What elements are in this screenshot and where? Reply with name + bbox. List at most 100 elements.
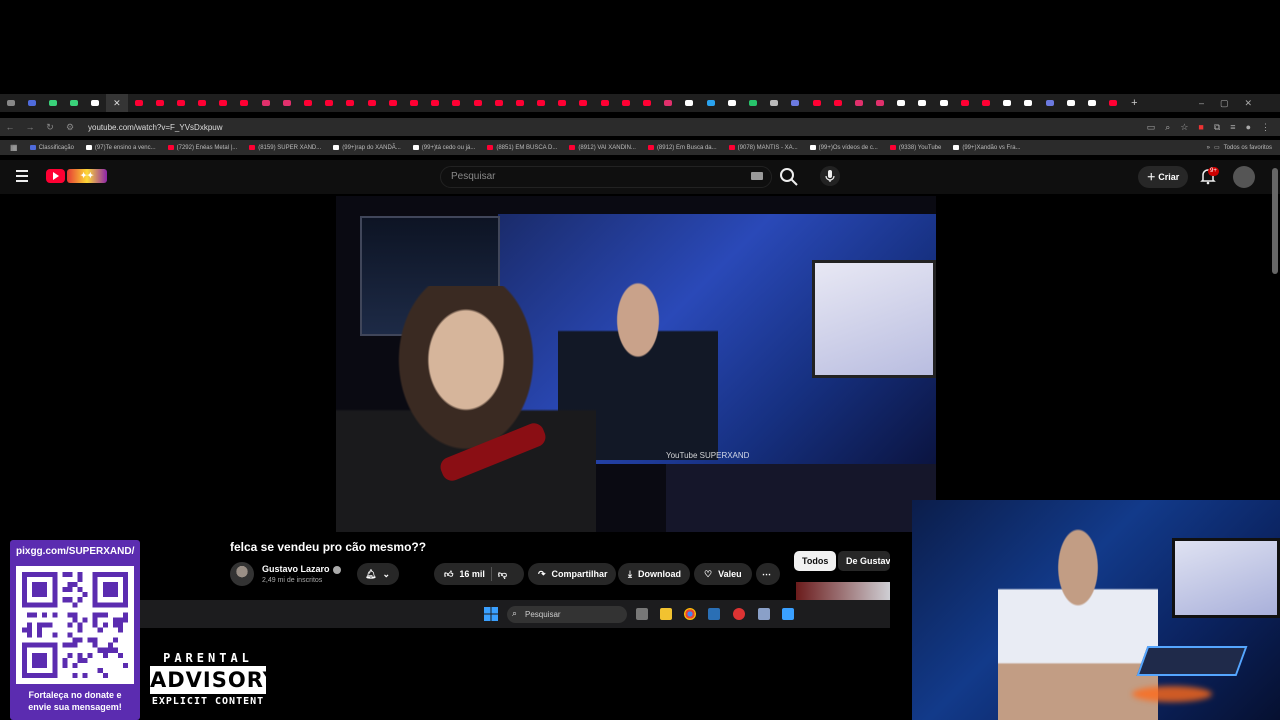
browser-tab[interactable] <box>997 94 1018 112</box>
browser-tab[interactable] <box>594 94 615 112</box>
browser-tab[interactable] <box>0 94 21 112</box>
browser-tab[interactable] <box>170 94 191 112</box>
browser-tab[interactable] <box>975 94 996 112</box>
browser-tab[interactable] <box>764 94 785 112</box>
apps-icon[interactable]: ▦ <box>10 143 18 152</box>
chevron-right-icon[interactable]: » <box>1207 145 1210 151</box>
browser-tab[interactable] <box>467 94 488 112</box>
browser-tab[interactable] <box>891 94 912 112</box>
thumbs-down-icon[interactable]: 👎︎ <box>498 563 507 585</box>
url-field[interactable]: youtube.com/watch?v=F_YVsDxkpuw <box>88 123 223 132</box>
browser-tab[interactable] <box>806 94 827 112</box>
browser-tab[interactable] <box>954 94 975 112</box>
create-button[interactable]: ＋ Criar <box>1138 166 1188 188</box>
video-player[interactable]: YouTube SUPERXAND <box>336 196 936 532</box>
bookmark-item[interactable]: (99+)tá cedo ou já... <box>412 145 475 151</box>
browser-tab[interactable] <box>1060 94 1081 112</box>
browser-tab[interactable] <box>1081 94 1102 112</box>
avatar[interactable] <box>1233 166 1255 188</box>
browser-tab[interactable] <box>319 94 340 112</box>
youtube-logo[interactable]: ✦✦ <box>46 169 107 183</box>
browser-tab[interactable] <box>42 94 63 112</box>
browser-tab[interactable] <box>933 94 954 112</box>
more-actions-button[interactable]: ⋯ <box>756 563 780 585</box>
bookmark-item[interactable]: (9078) MANTIS - XA... <box>728 145 798 151</box>
browser-tab[interactable] <box>128 94 149 112</box>
bookmark-item[interactable]: (9338) YouTube <box>889 145 941 151</box>
browser-tab[interactable] <box>192 94 213 112</box>
extension-icon[interactable]: ■ <box>1198 122 1203 133</box>
browser-tab[interactable] <box>403 94 424 112</box>
related-video-thumbnail[interactable] <box>796 582 890 602</box>
browser-tab[interactable] <box>742 94 763 112</box>
bookmark-item[interactable]: (8912) Em Busca da... <box>647 145 717 151</box>
browser-tab[interactable] <box>573 94 594 112</box>
browser-tab[interactable] <box>870 94 891 112</box>
browser-tab[interactable] <box>658 94 679 112</box>
search-icon[interactable] <box>778 166 800 188</box>
search-input[interactable]: Pesquisar <box>440 166 772 188</box>
like-dislike-button[interactable]: 👍︎ 16 mil 👎︎ <box>434 563 524 585</box>
taskbar-search-input[interactable]: Pesquisar <box>507 606 627 623</box>
chip-all[interactable]: Todos <box>794 551 837 571</box>
steam-icon[interactable] <box>708 608 720 620</box>
window-controls[interactable]: –▢✕ <box>1199 98 1280 109</box>
bookmark-item[interactable]: (8912) VAI XANDIN... <box>569 145 636 151</box>
browser-tab[interactable] <box>1039 94 1060 112</box>
browser-tab[interactable] <box>276 94 297 112</box>
browser-tab[interactable] <box>85 94 106 112</box>
keyboard-icon[interactable] <box>751 172 763 180</box>
browser-tab[interactable] <box>297 94 318 112</box>
settings-icon[interactable] <box>758 608 770 620</box>
menu-icon[interactable] <box>16 170 28 185</box>
bookmark-item[interactable]: (8851) EM BUSCA D... <box>487 145 557 151</box>
browser-tab[interactable] <box>679 94 700 112</box>
file-explorer-icon[interactable] <box>660 608 672 620</box>
windows-start-icon[interactable] <box>484 607 498 621</box>
new-tab-icon[interactable]: + <box>1124 94 1145 112</box>
chip-from-channel[interactable]: De Gustavo <box>838 551 890 571</box>
browser-tab[interactable] <box>1018 94 1039 112</box>
download-button[interactable]: ⤓ Download <box>618 563 690 585</box>
browser-tab[interactable] <box>213 94 234 112</box>
browser-tab[interactable] <box>425 94 446 112</box>
browser-tab[interactable] <box>827 94 848 112</box>
browser-tab[interactable] <box>552 94 573 112</box>
back-icon[interactable]: ← <box>0 122 20 132</box>
puzzle-icon[interactable]: ⧉ <box>1214 122 1220 133</box>
all-favorites[interactable]: » ▭ Todos os favoritos <box>1200 140 1272 155</box>
task-view-icon[interactable] <box>636 608 648 620</box>
browser-tab[interactable] <box>446 94 467 112</box>
browser-tab[interactable] <box>64 94 85 112</box>
bookmark-item[interactable]: (97)Te ensino a venc... <box>85 145 156 151</box>
browser-tab[interactable] <box>255 94 276 112</box>
browser-tab[interactable] <box>531 94 552 112</box>
close-tab-icon[interactable]: ✕ <box>105 94 128 112</box>
app-icon[interactable] <box>733 608 745 620</box>
profile-icon[interactable]: ● <box>1246 122 1251 133</box>
browser-tab[interactable] <box>361 94 382 112</box>
browser-tab[interactable] <box>488 94 509 112</box>
browser-tab[interactable] <box>912 94 933 112</box>
scrollbar[interactable] <box>1272 168 1278 274</box>
browser-tab[interactable] <box>509 94 530 112</box>
browser-tab[interactable] <box>615 94 636 112</box>
cast-icon[interactable]: ▭ <box>1147 122 1156 133</box>
share-button[interactable]: ↷ Compartilhar <box>528 563 616 585</box>
star-icon[interactable]: ☆ <box>1180 122 1188 133</box>
browser-tab[interactable] <box>234 94 255 112</box>
browser-tab[interactable] <box>785 94 806 112</box>
forward-icon[interactable]: → <box>20 122 40 132</box>
thanks-button[interactable]: ♡ Valeu <box>694 563 752 585</box>
chrome-icon[interactable] <box>684 608 696 620</box>
browser-tab[interactable] <box>382 94 403 112</box>
bookmark-item[interactable]: (99+)Os vídeos de c... <box>809 145 878 151</box>
subscribe-bell-button[interactable]: 🔔︎ ⌄ <box>357 563 399 585</box>
channel-name-text[interactable]: Gustavo Lazaro <box>262 564 330 574</box>
channel-name[interactable]: Gustavo Lazaro <box>262 564 341 574</box>
bookmark-item[interactable]: (99+)Xandão vs Fra... <box>953 145 1021 151</box>
channel-avatar[interactable] <box>230 562 254 586</box>
thumbs-up-icon[interactable]: 👍︎ <box>444 563 453 585</box>
site-info-icon[interactable]: ⚙ <box>60 122 80 133</box>
reload-icon[interactable]: ↻ <box>40 122 60 133</box>
